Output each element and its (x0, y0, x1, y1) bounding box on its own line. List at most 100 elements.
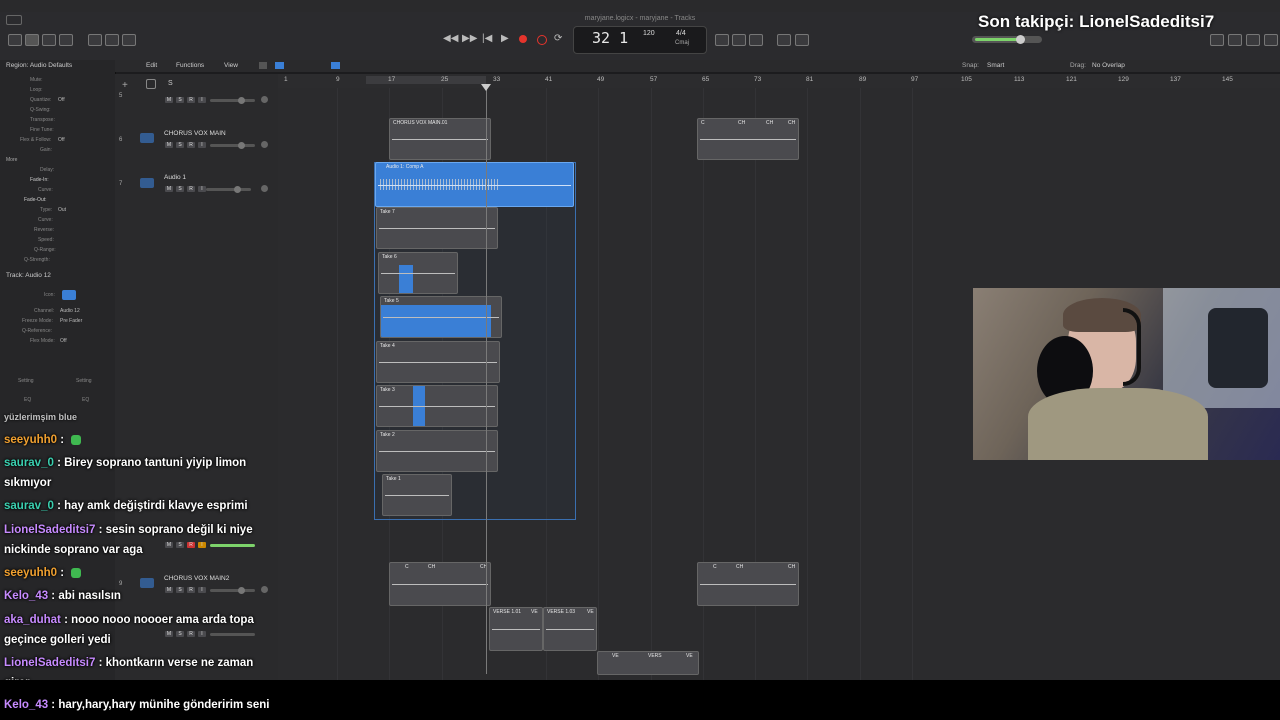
volume-fader-knob[interactable] (234, 186, 241, 193)
chat-username[interactable]: aka_duhat (4, 614, 61, 626)
solo-button[interactable]: S (176, 186, 184, 192)
count-in-button[interactable] (749, 34, 763, 46)
add-track-icon[interactable]: + (122, 80, 128, 91)
chat-username[interactable]: Kelo_43 (4, 699, 48, 711)
lcd-time-signature[interactable]: 4/4 (676, 30, 686, 37)
fast-forward-icon[interactable]: ▶▶ (462, 33, 477, 44)
track-inspector-header[interactable]: Track: Audio 12 (6, 272, 51, 279)
take-region[interactable]: Take 6 (378, 252, 458, 294)
setting-button-left[interactable]: Setting (18, 378, 34, 384)
track-options-icon[interactable] (146, 79, 156, 89)
waveform-icon[interactable] (62, 290, 76, 300)
inspector-value[interactable]: Out (58, 207, 66, 213)
more-disclosure[interactable]: More (6, 157, 17, 163)
chat-username[interactable]: saurav_0 (4, 500, 54, 512)
chat-username[interactable]: LionelSadeditsi7 (4, 524, 95, 536)
record-enable-button[interactable]: R (187, 97, 195, 103)
audio-region[interactable]: C CH CH (389, 562, 491, 606)
list-view-icon[interactable] (275, 62, 284, 69)
track-volume-fader[interactable] (206, 188, 251, 191)
chat-username[interactable]: saurav_0 (4, 457, 54, 469)
lcd-tempo[interactable]: 120 (643, 30, 655, 37)
list-editors-button[interactable] (1210, 34, 1224, 46)
take-region[interactable]: Take 5 (380, 296, 502, 338)
playhead-handle-icon[interactable] (481, 84, 491, 91)
record-enable-button[interactable]: R (187, 186, 195, 192)
mixer-button[interactable] (105, 34, 119, 46)
sidebar-toggle-icon[interactable] (6, 15, 22, 25)
quick-help-button[interactable] (42, 34, 56, 46)
loop-browser-button[interactable] (1246, 34, 1260, 46)
solo-button[interactable] (795, 34, 809, 46)
chat-username[interactable]: Kelo_43 (4, 590, 48, 602)
inspector-value[interactable]: Off (60, 338, 67, 344)
tuner-button[interactable] (732, 34, 746, 46)
cycle-range[interactable] (366, 76, 486, 84)
master-volume-knob[interactable] (1016, 35, 1025, 44)
metronome-button[interactable] (715, 34, 729, 46)
chat-username[interactable]: LionelSadeditsi7 (4, 657, 95, 669)
chat-username[interactable]: seeyuhh0 (4, 434, 57, 446)
catch-playhead-icon[interactable] (331, 62, 340, 69)
replace-button[interactable] (777, 34, 791, 46)
pan-knob[interactable] (261, 96, 268, 103)
mute-button[interactable]: M (165, 97, 173, 103)
inspector-button[interactable] (25, 34, 39, 46)
cycle-icon[interactable]: ⟳ (554, 33, 562, 44)
drag-dropdown[interactable]: No Overlap (1092, 62, 1125, 69)
inspector-value[interactable]: Pre Fader (60, 318, 82, 324)
track-volume-fader[interactable] (210, 144, 255, 147)
audio-region[interactable]: C CH CH (697, 562, 799, 606)
audio-region[interactable]: CHORUS VOX MAIN.01 (389, 118, 491, 160)
capture-recording-icon[interactable] (537, 35, 547, 45)
snap-dropdown[interactable]: Smart (987, 62, 1004, 69)
volume-fader-knob[interactable] (238, 142, 245, 149)
view-menu[interactable]: View (224, 62, 238, 69)
take-region[interactable]: Take 3 (376, 385, 498, 427)
edit-menu[interactable]: Edit (146, 62, 157, 69)
record-enable-button[interactable]: R (187, 142, 195, 148)
take-region[interactable]: Take 7 (376, 207, 498, 249)
comp-region[interactable]: Audio 1: Comp A (375, 162, 574, 207)
functions-menu[interactable]: Functions (176, 62, 204, 69)
mute-button[interactable]: M (165, 186, 173, 192)
toolbar-button[interactable] (59, 34, 73, 46)
mute-button[interactable]: M (165, 142, 173, 148)
eq-button-right[interactable]: EQ (82, 397, 89, 403)
region-inspector-header[interactable]: Region: Audio Defaults (6, 62, 72, 69)
browsers-button[interactable] (1264, 34, 1278, 46)
playhead[interactable] (486, 84, 487, 674)
track-volume-fader[interactable] (210, 99, 255, 102)
notepad-button[interactable] (1228, 34, 1242, 46)
record-icon[interactable] (519, 35, 527, 43)
audio-region[interactable]: C CH CH CH (697, 118, 799, 160)
input-monitor-button[interactable]: I (198, 142, 206, 148)
audio-region[interactable]: VERSE 1.03 VE (543, 607, 597, 651)
input-monitor-button[interactable]: I (198, 186, 206, 192)
take-region[interactable]: Take 4 (376, 341, 500, 383)
smart-controls-button[interactable] (88, 34, 102, 46)
library-button[interactable] (8, 34, 22, 46)
take-region[interactable]: Take 2 (376, 430, 498, 472)
inspector-value[interactable]: Audio 12 (60, 308, 80, 314)
inspector-value[interactable]: Off (58, 97, 65, 103)
grid-view-icon[interactable] (259, 62, 267, 69)
chat-username[interactable]: seeyuhh0 (4, 567, 57, 579)
setting-button-right[interactable]: Setting (76, 378, 92, 384)
global-solo-icon[interactable]: S (168, 80, 173, 87)
rewind-icon[interactable]: ◀◀ (443, 33, 458, 44)
editors-button[interactable] (122, 34, 136, 46)
audio-region[interactable]: VERSE 1.01 VE (489, 607, 543, 651)
eq-button-left[interactable]: EQ (24, 397, 31, 403)
input-monitor-button[interactable]: I (198, 97, 206, 103)
pan-knob[interactable] (261, 185, 268, 192)
inspector-value[interactable]: Off (58, 137, 65, 143)
audio-region[interactable]: VE VERS VE (597, 651, 699, 675)
track-name[interactable]: CHORUS VOX MAIN (164, 130, 226, 137)
track-name[interactable]: Audio 1 (164, 174, 186, 181)
take-region[interactable]: Take 1 (382, 474, 452, 516)
lcd-key[interactable]: Cmaj (675, 40, 689, 46)
solo-button[interactable]: S (176, 97, 184, 103)
go-to-start-icon[interactable]: |◀ (482, 33, 492, 44)
pan-knob[interactable] (261, 141, 268, 148)
